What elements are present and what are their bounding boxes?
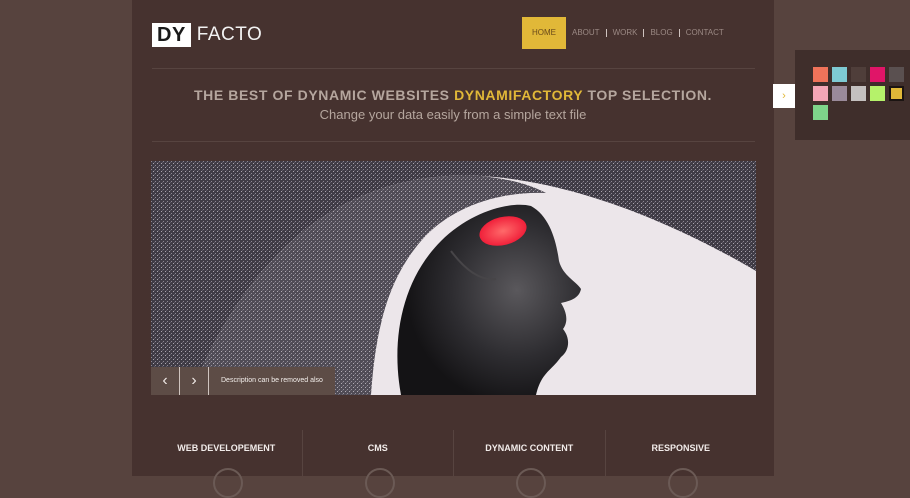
feature-dynamic-content[interactable]: DYNAMIC CONTENT [453,430,605,498]
color-swatch[interactable] [813,86,828,101]
color-palette-panel [795,50,910,140]
color-swatch[interactable] [870,67,885,82]
slide-caption: Description can be removed also [208,367,335,395]
color-swatch[interactable] [889,86,904,101]
features-row: WEB DEVELOPEMENT CMS DYNAMIC CONTENT RES… [151,430,757,498]
feature-title: DYNAMIC CONTENT [485,443,574,453]
color-swatch[interactable] [832,86,847,101]
color-swatch[interactable] [832,67,847,82]
header-divider [152,68,755,69]
page-container: DY FACTO HOME ABOUT WORK BLOG CONTACT TH… [132,0,774,498]
feature-web-development[interactable]: WEB DEVELOPEMENT [151,430,302,498]
feature-responsive[interactable]: RESPONSIVE [604,430,757,498]
feature-title: CMS [367,443,388,453]
color-swatch[interactable] [813,105,828,120]
feature-cms[interactable]: CMS [301,430,454,498]
palette-toggle-arrow-icon[interactable]: › [773,84,795,108]
tagline-highlight: DYNAMIFACTORY [454,87,583,103]
hero-divider [152,141,755,142]
hero-subtitle: Change your data easily from a simple te… [319,107,587,122]
feature-circle-icon [213,468,244,498]
nav-work[interactable]: WORK [607,17,644,49]
logo-text: FACTO [196,24,263,45]
slider-controls: ‹ › Description can be removed also [151,367,335,395]
feature-title: RESPONSIVE [651,443,711,453]
nav-home[interactable]: HOME [522,17,566,49]
nav-about[interactable]: ABOUT [566,17,606,49]
tagline-text-end: TOP SELECTION. [582,87,713,103]
color-swatch[interactable] [870,86,885,101]
color-swatch[interactable] [851,67,866,82]
feature-title: WEB DEVELOPEMENT [177,443,276,453]
feature-circle-icon [364,468,395,498]
main-nav: HOME ABOUT WORK BLOG CONTACT [522,17,730,49]
site-logo[interactable]: DY FACTO [152,23,262,47]
next-arrow-icon[interactable]: › [179,367,208,395]
color-swatch[interactable] [813,67,828,82]
feature-circle-icon [667,468,698,498]
nav-contact[interactable]: CONTACT [680,17,730,49]
slide-image [151,161,756,395]
feature-circle-icon [516,468,547,498]
color-swatch[interactable] [889,67,904,82]
logo-mark: DY [152,23,191,47]
prev-arrow-icon[interactable]: ‹ [151,367,179,395]
nav-blog[interactable]: BLOG [644,17,678,49]
image-slider[interactable]: ‹ › Description can be removed also [151,161,756,395]
color-swatch[interactable] [851,86,866,101]
tagline-text: THE BEST OF DYNAMIC WEBSITES [193,87,455,103]
hero-tagline: THE BEST OF DYNAMIC WEBSITES DYNAMIFACTO… [132,87,774,103]
